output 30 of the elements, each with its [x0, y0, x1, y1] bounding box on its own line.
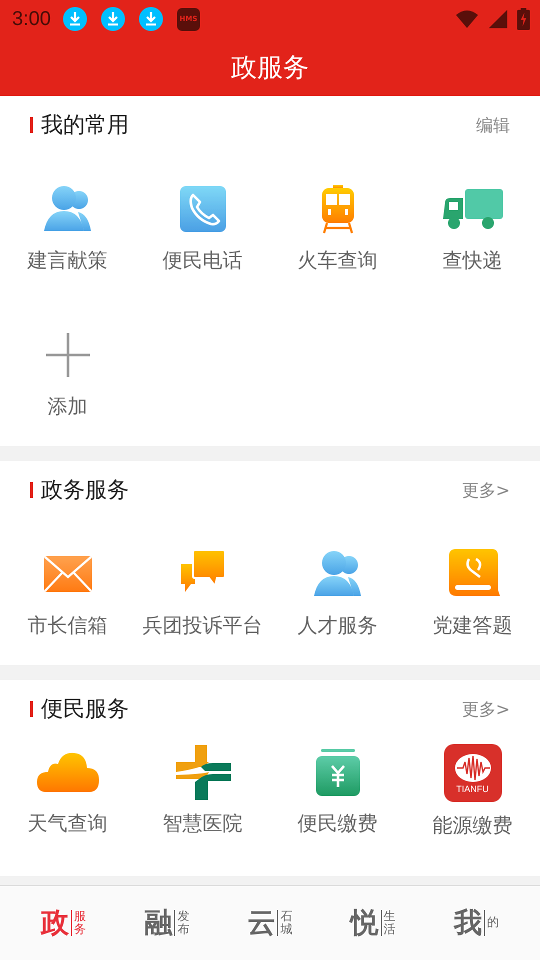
service-label: 智慧医院 — [162, 810, 242, 837]
wave-emblem-icon — [452, 752, 492, 782]
section-title: 我的常用 — [41, 112, 130, 140]
section-action-link[interactable]: 更多> — [462, 698, 510, 720]
logo-text: TIANFU — [456, 784, 489, 794]
page-title: 政服务 — [230, 52, 310, 84]
service-label: 火车查询 — [298, 246, 378, 274]
section-action-link[interactable]: 编辑 — [476, 114, 510, 136]
battery-charging-icon — [517, 8, 530, 30]
service-label: 兵团投诉平台 — [142, 612, 262, 638]
energy-logo-icon[interactable]: TIANFU — [444, 744, 502, 802]
signal-icon — [487, 8, 509, 30]
service-label: 党建答题 — [432, 612, 512, 638]
section-action-link[interactable]: 更多> — [462, 478, 510, 502]
medical-cross-icon[interactable] — [174, 744, 230, 800]
section-title: 便民服务 — [41, 696, 130, 724]
section-title: 政务服务 — [41, 477, 130, 505]
service-label: 天气查询 — [28, 810, 108, 837]
service-label: 查快递 — [442, 246, 502, 274]
download-icon — [100, 7, 125, 31]
status-time: 3:00 — [12, 8, 51, 30]
service-label: 建言献策 — [28, 246, 108, 274]
service-label: 能源缴费 — [432, 812, 512, 839]
service-label: 添加 — [48, 392, 88, 420]
download-icon — [138, 7, 163, 31]
service-label: 便民缴费 — [298, 810, 378, 837]
service-label: 便民电话 — [162, 246, 242, 274]
service-label: 人才服务 — [298, 612, 378, 638]
download-icon — [62, 7, 87, 31]
service-label: 市长信箱 — [28, 612, 108, 638]
